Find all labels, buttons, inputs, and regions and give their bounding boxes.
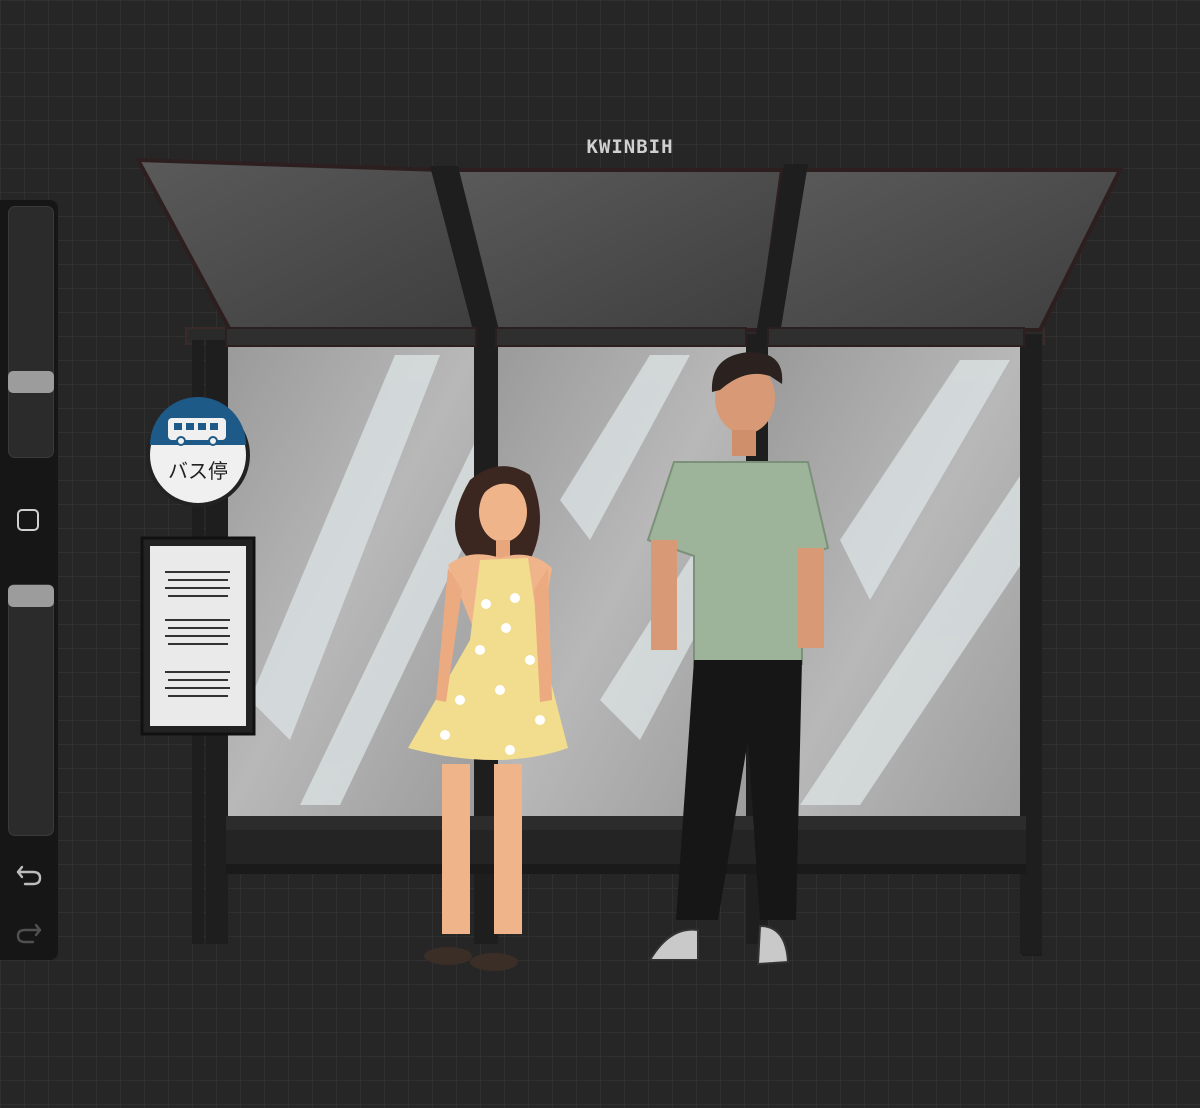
- artist-signature: KWINBIH: [586, 136, 674, 158]
- brush-size-slider[interactable]: [8, 206, 54, 458]
- undo-arrow-icon[interactable]: [14, 858, 44, 888]
- sign-text: バス停: [168, 459, 228, 483]
- brush-size-thumb[interactable]: [8, 371, 54, 393]
- opacity-thumb[interactable]: [8, 585, 54, 607]
- shelter-bench: [226, 816, 1026, 874]
- artwork-canvas[interactable]: バス停: [0, 0, 1200, 1108]
- shelter-roof: [134, 157, 1124, 347]
- square-icon[interactable]: [17, 509, 39, 531]
- opacity-slider[interactable]: [8, 584, 54, 836]
- tool-sidebar: [0, 200, 58, 960]
- timetable-board: [140, 536, 256, 736]
- redo-arrow-icon[interactable]: [14, 916, 44, 946]
- shelter-glass: [226, 346, 1024, 816]
